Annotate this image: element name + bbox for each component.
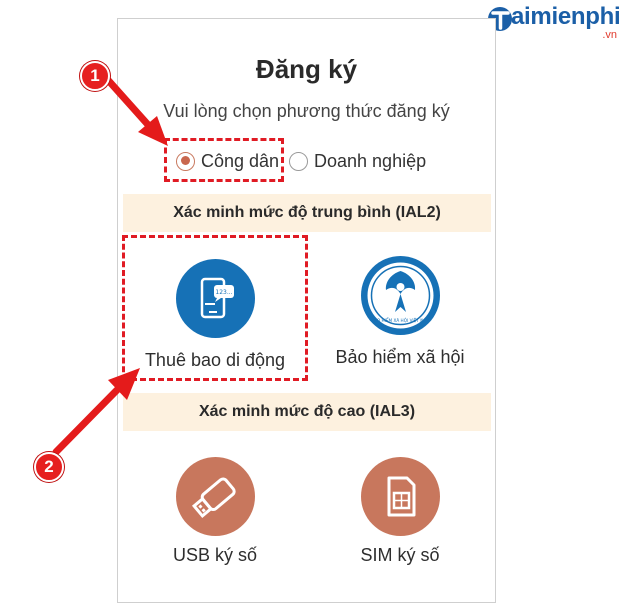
option-sim-signature[interactable]: SIM ký số <box>316 445 484 580</box>
step-marker-1: 1 <box>80 61 110 91</box>
radio-cong-dan[interactable]: Công dân <box>176 147 279 175</box>
option-label-mobile: Thuê bao di động <box>144 350 286 370</box>
option-label-usb: USB ký số <box>172 545 258 565</box>
option-mobile-subscriber[interactable]: 123... Thuê bao di động <box>131 239 299 379</box>
usb-drive-icon <box>175 457 255 536</box>
registration-subtitle: Vui lòng chọn phương thức đăng ký <box>163 101 450 121</box>
option-social-insurance[interactable]: BẢO HIỂM XÃ HỘI VIỆT NAM Bảo hiểm xã hội <box>316 239 484 379</box>
step-marker-2: 2 <box>34 452 64 482</box>
section-heading-ial3: Xác minh mức độ cao (IAL3) <box>123 393 491 431</box>
section-heading-ial2: Xác minh mức độ trung bình (IAL2) <box>123 194 491 232</box>
logo-domain: .vn <box>602 29 617 41</box>
radio-checked-icon[interactable] <box>176 151 195 171</box>
option-usb-signature[interactable]: USB ký số <box>131 445 299 580</box>
arrow-2-shaft <box>52 386 121 456</box>
option-label-sim: SIM ký số <box>360 545 440 565</box>
insurance-logo-text: BẢO HIỂM XÃ HỘI VIỆT NAM <box>371 318 430 323</box>
radio-unchecked-icon[interactable] <box>289 151 308 171</box>
taimienphi-logo: aimienphi .vn <box>487 2 627 42</box>
option-label-insurance: Bảo hiểm xã hội <box>335 347 465 367</box>
sim-card-icon <box>360 457 440 536</box>
page-title: Đăng ký <box>255 54 358 84</box>
mobile-phone-icon: 123... <box>175 259 255 338</box>
radio-label-cong-dan: Công dân <box>201 150 280 171</box>
radio-doanh-nghiep[interactable]: Doanh nghiệp <box>289 147 426 175</box>
phone-bubble-text: 123... <box>215 289 232 296</box>
logo-text: aimienphi <box>511 3 621 30</box>
radio-label-doanh-nghiep: Doanh nghiệp <box>314 150 427 171</box>
social-insurance-logo-icon: BẢO HIỂM XÃ HỘI VIỆT NAM <box>360 256 440 335</box>
